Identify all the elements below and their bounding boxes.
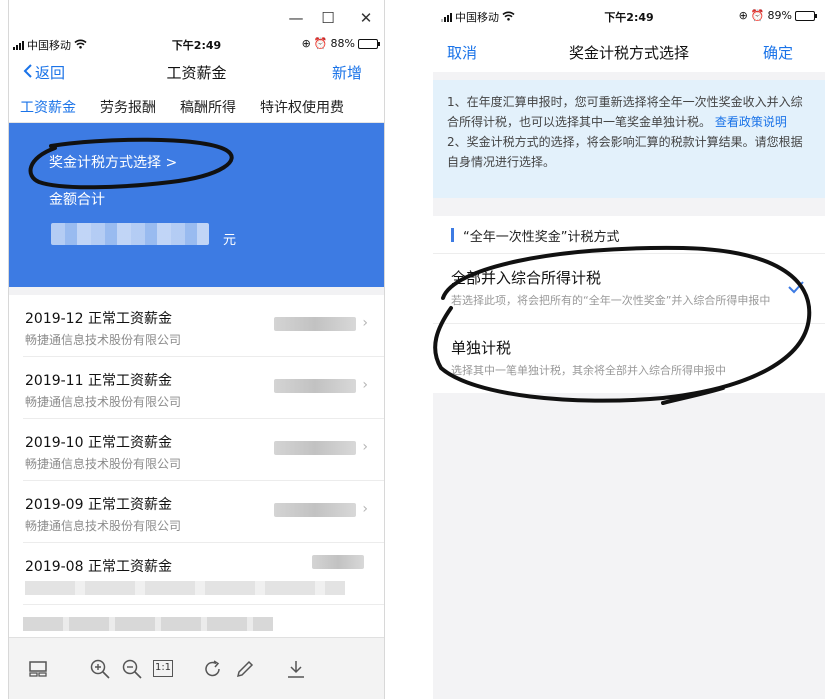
viewer-toolbar: 1:1: [9, 637, 384, 699]
viewer-titlebar: — ☐ ✕: [9, 0, 384, 35]
record-amount-blurred: [274, 317, 356, 331]
total-label: 金额合计: [49, 192, 105, 208]
section-title: “全年一次性奖金”计税方式: [463, 230, 620, 245]
list-item[interactable]: 2019-09 正常工资薪金 畅捷通信息技术股份有限公司 ›: [23, 481, 384, 543]
record-details-blurred: [25, 581, 345, 595]
app-nav-bar: 返回 工资薪金 新增: [9, 53, 384, 91]
income-tabs: 工资薪金 劳务报酬 稿酬所得 特许权使用费: [9, 91, 384, 123]
left-viewer-window: — ☐ ✕ 中国移动 下午2:49 ⊕ ⏰ 88% 返回 工资薪金 新增 工资薪…: [8, 0, 385, 699]
phone-status-bar: 中国移动 下午2:49 ⊕ ⏰ 89%: [433, 0, 825, 32]
record-amount-blurred: [274, 503, 356, 517]
record-company: 畅捷通信息技术股份有限公司: [25, 519, 182, 533]
thumbnail-icon[interactable]: [27, 658, 49, 680]
tab-labor[interactable]: 劳务报酬: [100, 91, 156, 122]
actual-size-icon[interactable]: 1:1: [153, 660, 173, 677]
zoom-in-icon[interactable]: [89, 658, 111, 680]
download-icon[interactable]: [285, 658, 307, 680]
record-title: 2019-11 正常工资薪金: [25, 373, 172, 389]
summary-card: 奖金计税方式选择 > 金额合计 元: [9, 123, 384, 287]
alarm-icon: ⏰: [313, 37, 328, 50]
section-accent-bar: [451, 228, 454, 242]
option-merge[interactable]: 全部并入综合所得计税 若选择此项，将会把所有的“全年一次性奖金”并入综合所得申报…: [433, 253, 825, 323]
option-title: 单独计税: [451, 339, 512, 357]
edit-icon[interactable]: [234, 658, 256, 680]
policy-notice: 1、在年度汇算申报时，您可重新选择将全年一次性奖金收入并入综合所得计税，也可以选…: [433, 80, 825, 198]
option-separate[interactable]: 单独计税 选择其中一笔单独计税，其余将全部并入综合所得申报中: [433, 323, 825, 393]
total-unit: 元: [223, 233, 237, 248]
chevron-right-icon: ›: [362, 315, 368, 331]
alarm-icon: ⏰: [750, 9, 765, 22]
modal-nav-bar: 取消 奖金计税方式选择 确定: [433, 32, 825, 72]
policy-link[interactable]: 查看政策说明: [715, 115, 787, 129]
record-company: 畅捷通信息技术股份有限公司: [25, 457, 182, 471]
battery-icon: [795, 10, 817, 21]
page-title: 工资薪金: [166, 64, 227, 82]
rotate-icon[interactable]: [202, 658, 224, 680]
rotation-lock-icon: ⊕: [301, 37, 311, 50]
record-title: 2019-09 正常工资薪金: [25, 497, 172, 513]
battery-icon: [358, 38, 380, 49]
right-phone-screen: 中国移动 下午2:49 ⊕ ⏰ 89% 取消 奖金计税方式选择 确定 1、在年度…: [433, 0, 825, 699]
record-amount-blurred: [274, 441, 356, 455]
tab-wages[interactable]: 工资薪金: [20, 91, 76, 122]
record-amount-blurred: [274, 379, 356, 393]
checkmark-icon: [787, 278, 805, 299]
confirm-button[interactable]: 确定: [763, 42, 793, 63]
notice-line-2: 2、奖金计税方式的选择，将会影响汇算的税款计算结果。请您根据自身情况进行选择。: [447, 135, 803, 169]
record-company: 畅捷通信息技术股份有限公司: [25, 395, 182, 409]
record-row-blurred: [23, 617, 273, 631]
list-item[interactable]: 2019-10 正常工资薪金 畅捷通信息技术股份有限公司 ›: [23, 419, 384, 481]
close-button[interactable]: ✕: [355, 7, 377, 29]
list-item[interactable]: 2019-11 正常工资薪金 畅捷通信息技术股份有限公司 ›: [23, 357, 384, 419]
chevron-right-icon: ›: [362, 439, 368, 455]
section-gap: [9, 287, 384, 295]
rotation-lock-icon: ⊕: [738, 9, 748, 22]
option-desc: 若选择此项，将会把所有的“全年一次性奖金”并入综合所得申报中: [451, 294, 771, 307]
method-options: 全部并入综合所得计税 若选择此项，将会把所有的“全年一次性奖金”并入综合所得申报…: [433, 253, 825, 393]
option-desc: 选择其中一笔单独计税，其余将全部并入综合所得申报中: [451, 364, 726, 377]
zoom-out-icon[interactable]: [121, 658, 143, 680]
list-item[interactable]: 2019-08 正常工资薪金: [23, 543, 384, 605]
record-title: 2019-08 正常工资薪金: [25, 559, 172, 575]
battery-percent: 89%: [767, 9, 792, 22]
record-title: 2019-12 正常工资薪金: [25, 311, 172, 327]
option-title: 全部并入综合所得计税: [451, 269, 602, 287]
minimize-button[interactable]: —: [285, 7, 307, 29]
list-item[interactable]: 2019-12 正常工资薪金 畅捷通信息技术股份有限公司 ›: [23, 295, 384, 357]
record-amount-blurred: [312, 555, 364, 569]
total-amount-blurred: [51, 223, 209, 245]
chevron-right-icon: ›: [362, 377, 368, 393]
bonus-method-link[interactable]: 奖金计税方式选择 >: [49, 152, 177, 172]
record-title: 2019-10 正常工资薪金: [25, 435, 172, 451]
section-header: “全年一次性奖金”计税方式: [433, 216, 825, 253]
record-company: 畅捷通信息技术股份有限公司: [25, 333, 182, 347]
tab-royalty[interactable]: 稿酬所得: [180, 91, 236, 122]
chevron-right-icon: ›: [362, 501, 368, 517]
phone-status-bar: 中国移动 下午2:49 ⊕ ⏰ 88%: [9, 35, 384, 53]
records-list: 2019-12 正常工资薪金 畅捷通信息技术股份有限公司 › 2019-11 正…: [9, 295, 384, 667]
tab-license[interactable]: 特许权使用费: [260, 91, 344, 122]
maximize-button[interactable]: ☐: [317, 7, 339, 29]
add-button[interactable]: 新增: [332, 62, 362, 83]
battery-percent: 88%: [330, 37, 355, 50]
